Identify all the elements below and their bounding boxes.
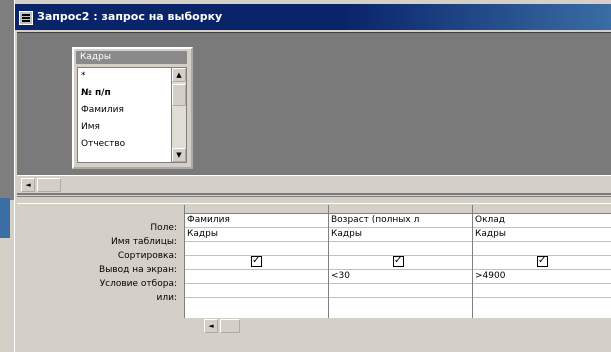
field-item-all[interactable]: * (78, 68, 172, 85)
grid-hscroll[interactable]: ◄ (184, 318, 611, 335)
show-checkbox[interactable] (251, 255, 262, 267)
cell-table[interactable]: Кадры (187, 227, 218, 241)
query-window-icon[interactable] (19, 11, 33, 25)
field-item-id[interactable]: № п/п (78, 85, 172, 102)
grid-columns: Фамилия Кадры Возраст (полных л Кадры <3… (184, 205, 611, 320)
grid-column-1[interactable]: Фамилия Кадры (185, 205, 329, 320)
window-title: Запрос2 : запрос на выборку (37, 10, 223, 23)
row-label-or: или: (156, 293, 177, 303)
field-list: * № п/п Фамилия Имя Отчество (77, 67, 173, 163)
grid-column-3[interactable]: Оклад Кадры >4900 (473, 205, 611, 320)
field-item-surname[interactable]: Фамилия (78, 102, 172, 119)
table-pane-hscroll[interactable]: ◄ (17, 175, 611, 193)
background-selection-strip (0, 198, 10, 238)
query-window: Запрос2 : запрос на выборку Кадры * № п/… (14, 0, 611, 352)
scroll-thumb-horizontal[interactable] (37, 178, 61, 192)
show-checkbox[interactable] (537, 255, 548, 267)
row-label-table: Имя таблицы: (111, 237, 177, 247)
cell-table[interactable]: Кадры (475, 227, 506, 241)
scroll-left-icon[interactable]: ◄ (204, 319, 218, 333)
field-list-scrollbar[interactable]: ▲ ▼ (171, 67, 187, 163)
row-label-sort: Сортировка: (117, 251, 177, 261)
scroll-thumb-horizontal[interactable] (220, 319, 240, 333)
scroll-left-icon[interactable]: ◄ (21, 178, 35, 192)
row-label-field: Поле: (150, 223, 177, 233)
field-item-name[interactable]: Имя (78, 119, 172, 136)
cell-field[interactable]: Фамилия (187, 213, 230, 227)
cell-criteria[interactable]: >4900 (475, 269, 505, 283)
row-label-show: Вывод на экран: (99, 265, 177, 275)
scroll-down-icon[interactable]: ▼ (172, 148, 186, 162)
scroll-thumb[interactable] (172, 84, 186, 106)
show-checkbox[interactable] (393, 255, 404, 267)
row-label-criteria: Условие отбора: (99, 279, 177, 289)
pane-splitter[interactable] (17, 196, 611, 204)
field-item-patronymic[interactable]: Отчество (78, 136, 172, 153)
background-left-panel (0, 0, 14, 200)
field-list-kadry[interactable]: Кадры * № п/п Фамилия Имя Отчество ▲ ▼ (72, 47, 193, 169)
query-design-grid: Поле: Имя таблицы: Сортировка: Вывод на … (17, 205, 611, 352)
grid-column-2[interactable]: Возраст (полных л Кадры <30 (329, 205, 473, 320)
cell-table[interactable]: Кадры (331, 227, 362, 241)
cell-criteria[interactable]: <30 (331, 269, 350, 283)
scroll-up-icon[interactable]: ▲ (172, 68, 186, 82)
table-pane: Кадры * № п/п Фамилия Имя Отчество ▲ ▼ (17, 32, 611, 195)
cell-field[interactable]: Оклад (475, 213, 505, 227)
field-list-title[interactable]: Кадры (76, 51, 187, 64)
cell-field[interactable]: Возраст (полных л (331, 213, 419, 227)
title-bar[interactable]: Запрос2 : запрос на выборку (15, 4, 611, 30)
